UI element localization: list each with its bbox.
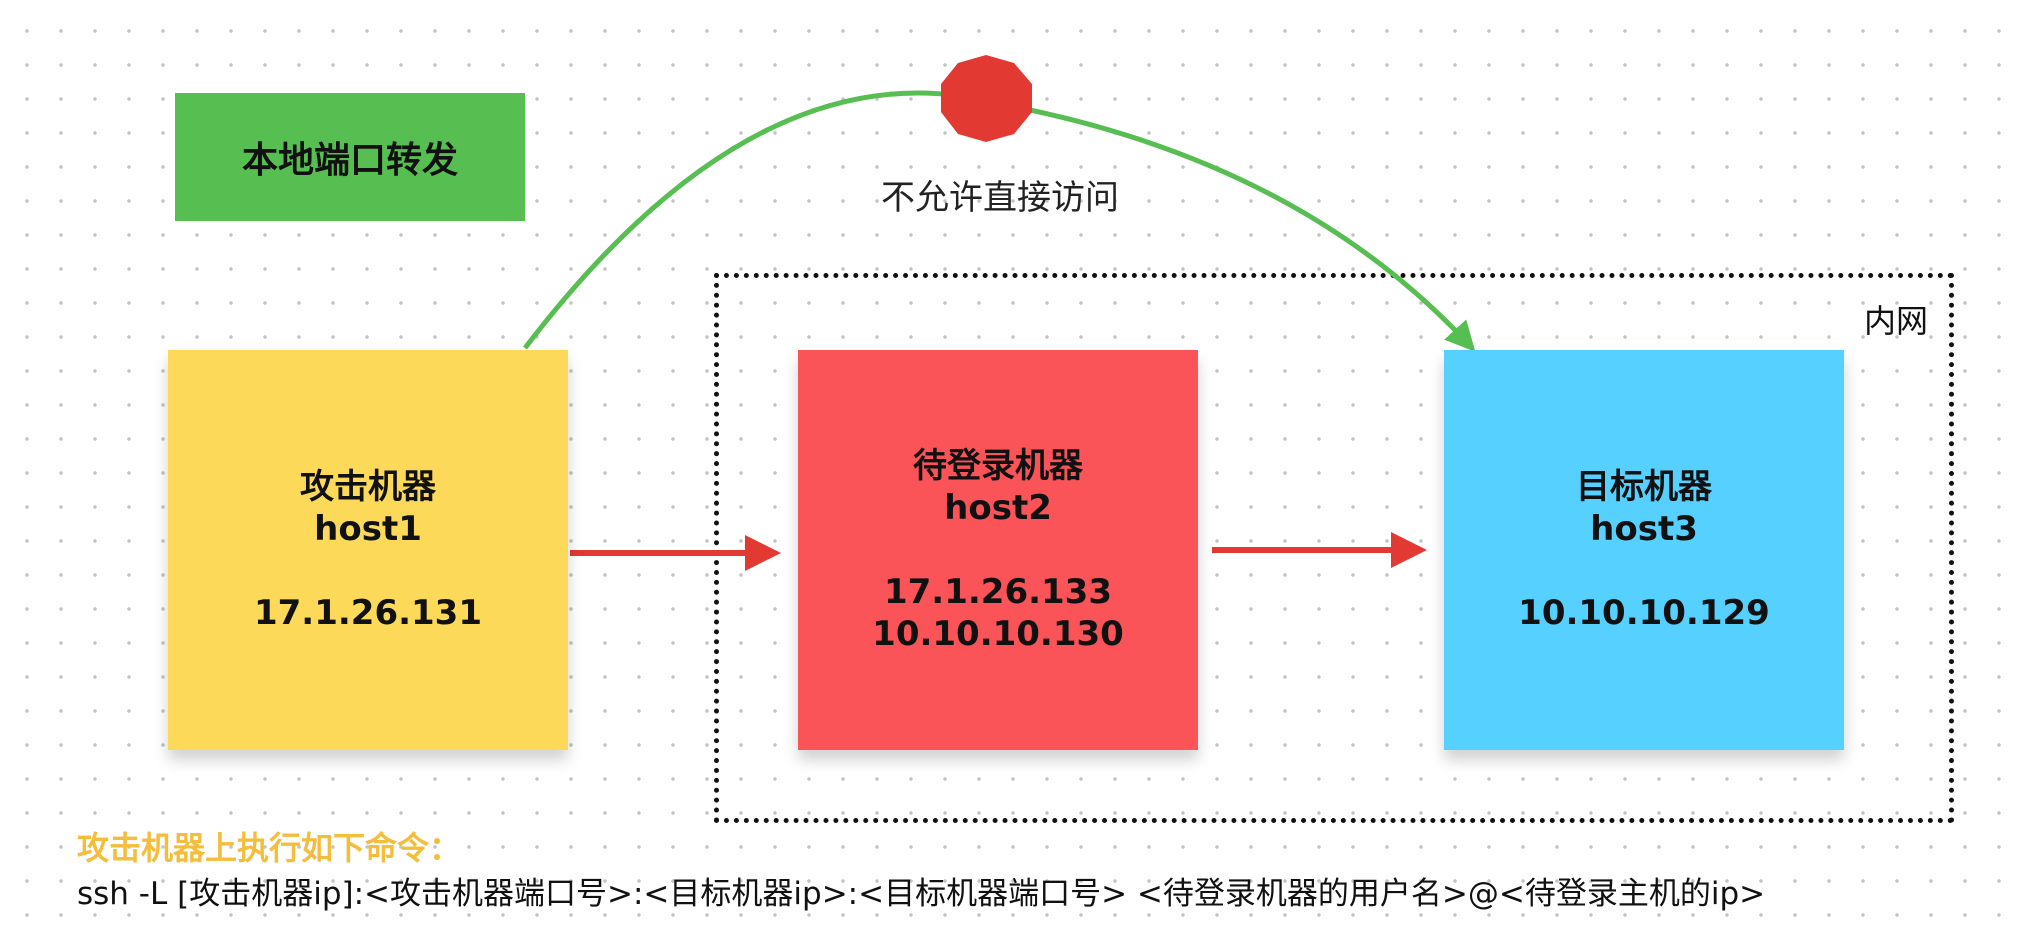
node-jump-name: 待登录机器	[913, 446, 1083, 486]
node-jump-host: 待登录机器 host2 17.1.26.133 10.10.10.130	[798, 350, 1198, 750]
node-attacker-host: host1	[314, 509, 422, 549]
command-heading: 攻击机器上执行如下命令：	[77, 829, 462, 867]
node-target-name: 目标机器	[1576, 467, 1712, 507]
node-target-ip: 10.10.10.129	[1518, 593, 1770, 633]
node-target-host: host3	[1590, 509, 1698, 549]
node-jump-ip-internal: 10.10.10.130	[872, 614, 1124, 654]
command-text: ssh -L [攻击机器ip]:<攻击机器端口号>:<目标机器ip>:<目标机器…	[77, 876, 1766, 912]
node-jump-host: host2	[944, 488, 1052, 528]
node-attacker-name: 攻击机器	[300, 467, 436, 507]
node-attacker: 攻击机器 host1 17.1.26.131	[168, 350, 568, 750]
node-attacker-ip: 17.1.26.131	[253, 593, 482, 633]
forbidden-label: 不允许直接访问	[881, 178, 1119, 218]
node-jump-ip-external: 17.1.26.133	[883, 572, 1112, 612]
node-target: 目标机器 host3 10.10.10.129	[1444, 350, 1844, 750]
stop-sign-icon	[941, 55, 1032, 142]
